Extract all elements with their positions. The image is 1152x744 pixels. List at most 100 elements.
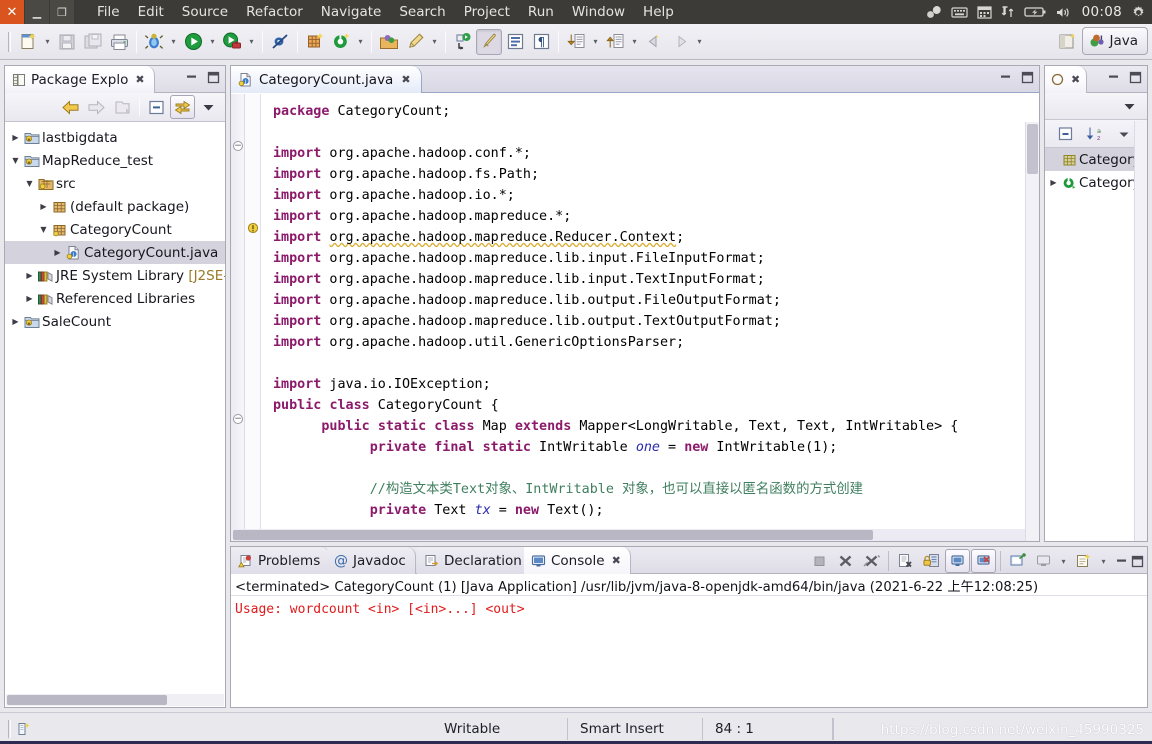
- menu-source[interactable]: Source: [173, 2, 237, 22]
- next-annotation-icon[interactable]: [563, 29, 589, 55]
- tree-row-mapreduce-test[interactable]: ▼ MapReduce_test: [5, 149, 225, 172]
- outline-item-package[interactable]: Category: [1045, 148, 1147, 171]
- code-content[interactable]: package CategoryCount; import org.apache…: [261, 94, 1039, 541]
- maximize-view-icon[interactable]: [1128, 70, 1143, 85]
- toggle-block-selection-icon[interactable]: [502, 29, 528, 55]
- menu-project[interactable]: Project: [455, 2, 519, 22]
- tab-console[interactable]: Console ✖: [524, 547, 631, 574]
- console-menu-icon[interactable]: [1071, 549, 1096, 573]
- menu-help[interactable]: Help: [634, 2, 683, 22]
- tree-row-lastbigdata[interactable]: ▶ lastbigdata: [5, 126, 225, 149]
- new-java-class-dropdown-icon[interactable]: ▾: [354, 29, 367, 55]
- sort-icon[interactable]: az: [1082, 122, 1107, 146]
- view-menu-icon[interactable]: [196, 95, 221, 119]
- twisty-icon[interactable]: ▶: [23, 294, 36, 303]
- back-navigation-icon[interactable]: [641, 29, 667, 55]
- outline-item-class[interactable]: ▶ Category: [1045, 171, 1147, 194]
- java-perspective-button[interactable]: Java: [1082, 27, 1148, 55]
- toggle-mark-occurrences-icon[interactable]: [476, 28, 502, 55]
- clear-console-icon[interactable]: [893, 549, 918, 573]
- show-whitespace-icon[interactable]: ¶: [528, 29, 554, 55]
- new-console-view-icon[interactable]: [1031, 549, 1056, 573]
- editor-vscrollbar[interactable]: [1025, 122, 1039, 541]
- twisty-icon[interactable]: ▶: [51, 248, 64, 257]
- collapse-all-icon[interactable]: [1053, 122, 1078, 146]
- twisty-icon[interactable]: ▼: [23, 179, 36, 188]
- warning-marker-icon[interactable]: [247, 222, 259, 234]
- tree-row-categorycount-package[interactable]: ▼ CategoryCount: [5, 218, 225, 241]
- maximize-console-icon[interactable]: [1130, 554, 1145, 569]
- tab-package-explorer[interactable]: Package Explo ✖: [5, 66, 155, 93]
- new-wizard-icon[interactable]: [15, 29, 41, 55]
- link-with-editor-icon[interactable]: [170, 95, 195, 119]
- fold-collapse-icon[interactable]: −: [233, 141, 243, 151]
- close-icon[interactable]: ✖: [1071, 73, 1080, 86]
- tree-row-salecount[interactable]: ▶ SaleCount: [5, 310, 225, 333]
- run-external-dropdown-icon[interactable]: ▾: [245, 29, 258, 55]
- twisty-icon[interactable]: ▶: [1047, 178, 1060, 187]
- previous-annotation-dropdown-icon[interactable]: ▾: [628, 29, 641, 55]
- twisty-icon[interactable]: ▶: [37, 202, 50, 211]
- pin-console-icon[interactable]: [945, 549, 970, 573]
- toolbar-grip[interactable]: [8, 31, 11, 52]
- collapse-all-icon[interactable]: [144, 95, 169, 119]
- debug-dropdown-icon[interactable]: ▾: [167, 29, 180, 55]
- console-menu-dropdown-icon[interactable]: ▾: [1097, 548, 1110, 574]
- tab-problems[interactable]: Problems: [231, 547, 331, 574]
- calendar-icon[interactable]: [976, 5, 992, 19]
- tree-row-referenced-libraries[interactable]: ▶ Referenced Libraries: [5, 287, 225, 310]
- fold-collapse-icon[interactable]: −: [233, 414, 243, 424]
- open-console-icon[interactable]: [1005, 549, 1030, 573]
- scroll-lock-icon[interactable]: [919, 549, 944, 573]
- menu-edit[interactable]: Edit: [129, 2, 173, 22]
- project-tree[interactable]: ▶ lastbigdata ▼ MapReduce_test ▼ src ▶ (…: [5, 123, 225, 693]
- battery-icon[interactable]: [1023, 6, 1046, 18]
- next-annotation-dropdown-icon[interactable]: ▾: [589, 29, 602, 55]
- tree-row-jre-system-library[interactable]: ▶ JRE System Library [J2SE-: [5, 264, 225, 287]
- search-icon[interactable]: [402, 29, 428, 55]
- code-editor[interactable]: − − package CategoryCount; import org.ap…: [231, 94, 1039, 541]
- folding-gutter[interactable]: − −: [231, 94, 245, 541]
- close-icon[interactable]: ✖: [401, 73, 410, 86]
- outline-vscrollbar[interactable]: [1134, 121, 1147, 541]
- save-icon[interactable]: [54, 29, 80, 55]
- editor-hscrollbar[interactable]: [231, 529, 1025, 541]
- annotation-gutter[interactable]: [245, 94, 261, 541]
- skip-breakpoints-icon[interactable]: [267, 29, 293, 55]
- console-view-dropdown-icon[interactable]: ▾: [1057, 548, 1070, 574]
- forward-dropdown-icon[interactable]: ▾: [693, 29, 706, 55]
- forward-icon[interactable]: [84, 95, 109, 119]
- network-icon[interactable]: [1001, 5, 1015, 19]
- twisty-icon[interactable]: ▶: [23, 271, 36, 280]
- close-icon[interactable]: ✖: [612, 554, 621, 567]
- maximize-window-button[interactable]: ❐: [50, 0, 74, 24]
- new-java-project-icon[interactable]: [302, 29, 328, 55]
- back-icon[interactable]: [58, 95, 83, 119]
- minimize-window-button[interactable]: ▁: [25, 0, 49, 24]
- menu-search[interactable]: Search: [390, 2, 454, 22]
- minimize-console-icon[interactable]: [1114, 554, 1129, 569]
- menu-run[interactable]: Run: [519, 2, 563, 22]
- run-dropdown-icon[interactable]: ▾: [206, 29, 219, 55]
- display-selected-console-icon[interactable]: [971, 549, 996, 573]
- menu-navigate[interactable]: Navigate: [312, 2, 391, 22]
- tab-javadoc[interactable]: @ Javadoc: [327, 547, 416, 574]
- gear-icon[interactable]: [1131, 5, 1146, 20]
- tab-outline[interactable]: ✖: [1045, 66, 1088, 93]
- outline-view-menu-icon[interactable]: [1111, 122, 1136, 146]
- keyboard-icon[interactable]: [950, 6, 968, 18]
- view-menu-icon[interactable]: [1117, 94, 1142, 118]
- last-edit-location-icon[interactable]: [450, 29, 476, 55]
- menu-file[interactable]: File: [88, 2, 129, 22]
- open-perspective-icon[interactable]: [1054, 28, 1080, 54]
- weather-icon[interactable]: [926, 5, 942, 19]
- package-explorer-hscrollbar[interactable]: [6, 694, 224, 706]
- twisty-icon[interactable]: ▼: [37, 225, 50, 234]
- new-wizard-dropdown-icon[interactable]: ▾: [41, 29, 54, 55]
- tab-declaration[interactable]: Declaration: [417, 547, 532, 574]
- volume-icon[interactable]: [1055, 6, 1073, 19]
- print-icon[interactable]: [106, 29, 132, 55]
- console-output[interactable]: Usage: wordcount <in> [<in>...] <out>: [231, 597, 1147, 707]
- minimize-view-icon[interactable]: [1106, 70, 1121, 85]
- forward-navigation-icon[interactable]: [667, 29, 693, 55]
